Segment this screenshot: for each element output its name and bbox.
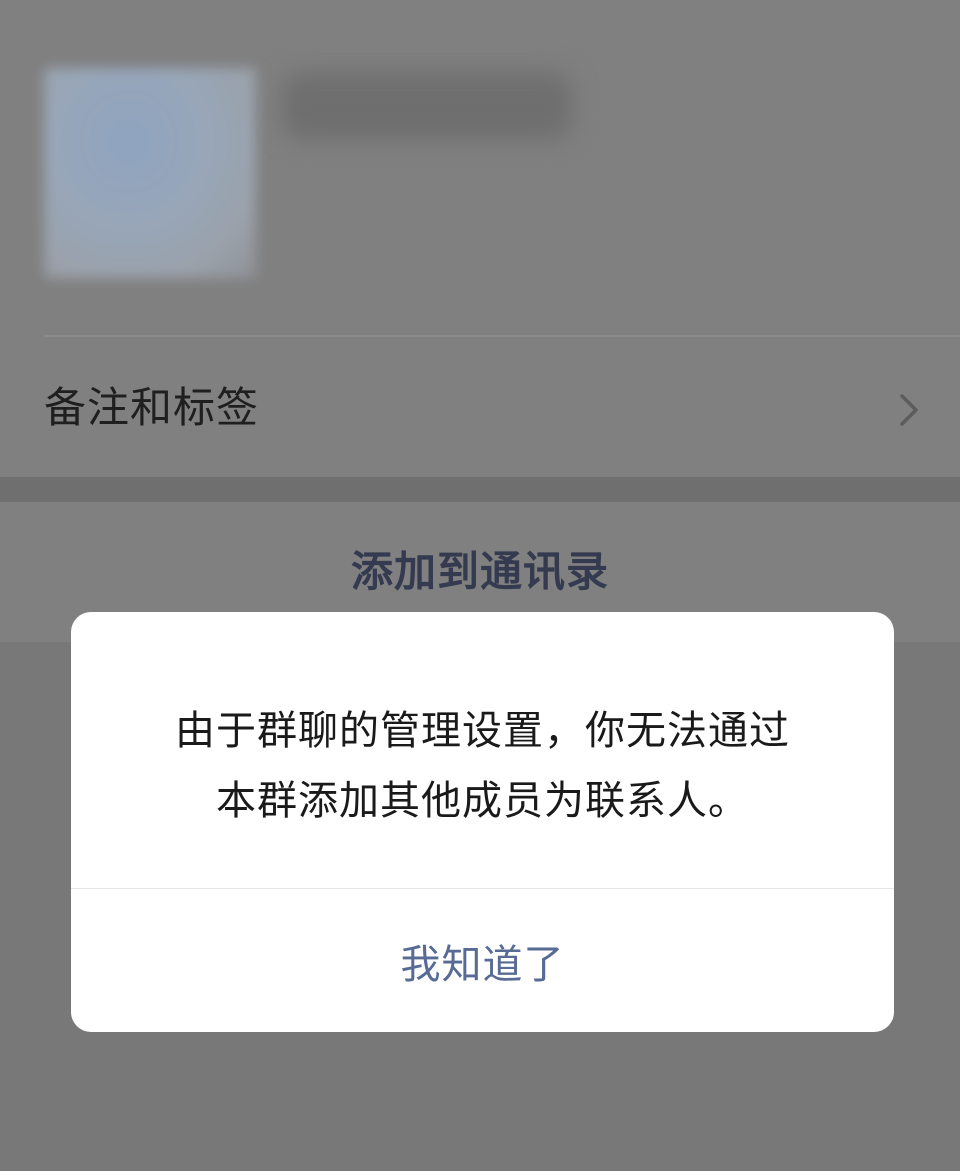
- add-to-contacts-button[interactable]: 添加到通讯录: [0, 544, 960, 600]
- chevron-right-icon: [900, 394, 918, 426]
- profile-header: [0, 0, 960, 335]
- section-gap: [0, 477, 960, 502]
- dialog-message: 由于群聊的管理设置，你无法通过 本群添加其他成员为联系人。: [101, 696, 864, 836]
- alert-dialog: 由于群聊的管理设置，你无法通过 本群添加其他成员为联系人。 我知道了: [71, 612, 894, 1032]
- dialog-message-line-2: 本群添加其他成员为联系人。: [216, 778, 749, 824]
- remark-and-tags-label: 备注和标签: [44, 383, 260, 432]
- contact-name-redacted: [282, 72, 572, 140]
- got-it-button[interactable]: 我知道了: [71, 889, 894, 1032]
- avatar: [44, 68, 256, 278]
- dialog-message-line-1: 由于群聊的管理设置，你无法通过: [175, 708, 790, 754]
